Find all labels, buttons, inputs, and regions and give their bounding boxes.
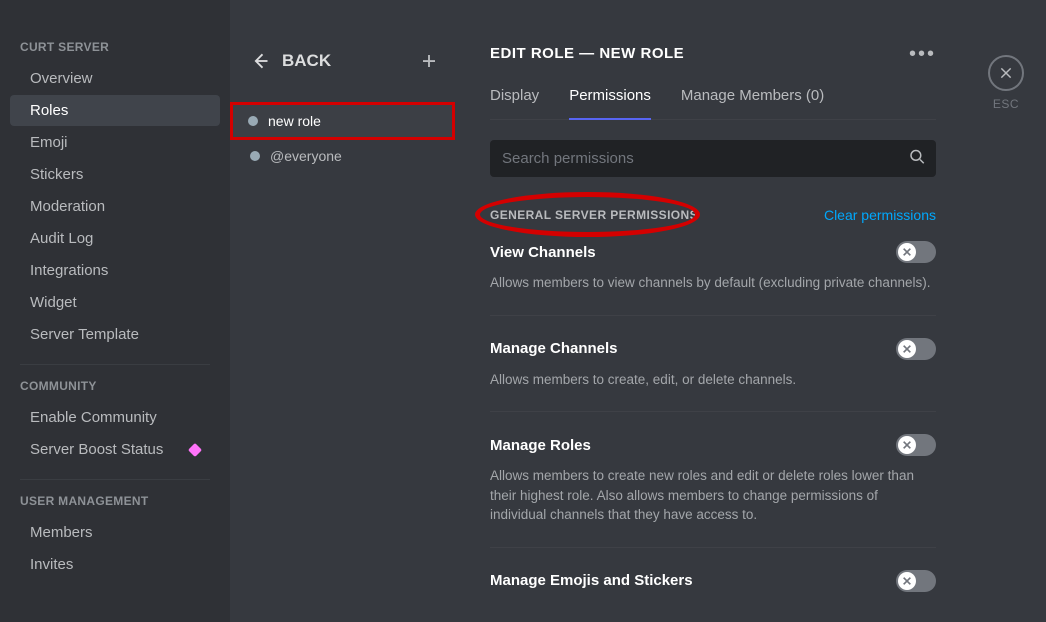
sidebar-divider (20, 479, 210, 480)
sidebar-header-user-mgmt: USER MANAGEMENT (0, 494, 230, 516)
toggle-view-channels[interactable] (896, 241, 936, 263)
role-label: @everyone (270, 148, 342, 164)
server-settings-sidebar: CURT SERVER Overview Roles Emoji Sticker… (0, 0, 230, 622)
sidebar-item-server-boost[interactable]: Server Boost Status (10, 434, 220, 465)
sidebar-item-audit-log[interactable]: Audit Log (10, 223, 220, 254)
perm-manage-channels: Manage Channels Allows members to create… (490, 338, 936, 413)
perm-title: Manage Roles (490, 437, 591, 454)
perm-desc: Allows members to create new roles and e… (490, 466, 936, 525)
perm-title: Manage Channels (490, 340, 618, 357)
back-button[interactable]: BACK (282, 51, 331, 71)
back-arrow-icon[interactable] (250, 51, 270, 71)
toggle-manage-roles[interactable] (896, 434, 936, 456)
close-button[interactable] (988, 55, 1024, 91)
perm-manage-emojis-stickers: Manage Emojis and Stickers (490, 570, 936, 622)
role-label: new role (268, 113, 321, 129)
role-tabs: Display Permissions Manage Members (0) (490, 87, 936, 120)
sidebar-header-curt-server: CURT SERVER (0, 40, 230, 62)
edit-role-panel: EDIT ROLE — NEW ROLE ••• Display Permiss… (460, 0, 966, 622)
search-icon (908, 147, 926, 170)
toggle-knob (898, 243, 916, 261)
role-item-everyone[interactable]: @everyone (230, 140, 460, 172)
sidebar-item-roles[interactable]: Roles (10, 95, 220, 126)
search-permissions-input[interactable] (490, 140, 936, 177)
sidebar-item-enable-community[interactable]: Enable Community (10, 402, 220, 433)
toggle-knob (898, 340, 916, 358)
perm-title: View Channels (490, 244, 596, 261)
sidebar-divider (20, 364, 210, 365)
sidebar-item-members[interactable]: Members (10, 517, 220, 548)
tab-permissions[interactable]: Permissions (569, 87, 651, 120)
role-item-new-role[interactable]: new role (230, 102, 455, 140)
role-color-dot (248, 116, 258, 126)
perm-title: Manage Emojis and Stickers (490, 572, 693, 589)
panel-title: EDIT ROLE — NEW ROLE (490, 45, 684, 62)
toggle-manage-emojis[interactable] (896, 570, 936, 592)
sidebar-item-moderation[interactable]: Moderation (10, 191, 220, 222)
sidebar-item-overview[interactable]: Overview (10, 63, 220, 94)
sidebar-header-community: COMMUNITY (0, 379, 230, 401)
tab-manage-members[interactable]: Manage Members (0) (681, 87, 824, 119)
perm-view-channels: View Channels Allows members to view cha… (490, 241, 936, 316)
close-label: ESC (993, 97, 1019, 111)
perm-desc: Allows members to create, edit, or delet… (490, 370, 936, 390)
roles-list-column: BACK new role @everyone (230, 0, 460, 622)
perm-manage-roles: Manage Roles Allows members to create ne… (490, 434, 936, 548)
clear-permissions-link[interactable]: Clear permissions (824, 207, 936, 223)
tab-display[interactable]: Display (490, 87, 539, 119)
toggle-manage-channels[interactable] (896, 338, 936, 360)
sidebar-item-widget[interactable]: Widget (10, 287, 220, 318)
role-color-dot (250, 151, 260, 161)
sidebar-item-emoji[interactable]: Emoji (10, 127, 220, 158)
sidebar-item-invites[interactable]: Invites (10, 549, 220, 580)
toggle-knob (898, 572, 916, 590)
close-column: ESC (966, 0, 1046, 622)
sidebar-item-integrations[interactable]: Integrations (10, 255, 220, 286)
perm-desc: Allows members to view channels by defau… (490, 273, 936, 293)
add-role-button[interactable] (418, 50, 440, 72)
boost-icon (188, 442, 202, 456)
sidebar-item-stickers[interactable]: Stickers (10, 159, 220, 190)
toggle-knob (898, 436, 916, 454)
sidebar-item-server-template[interactable]: Server Template (10, 319, 220, 350)
section-header-general: GENERAL SERVER PERMISSIONS (490, 208, 698, 222)
